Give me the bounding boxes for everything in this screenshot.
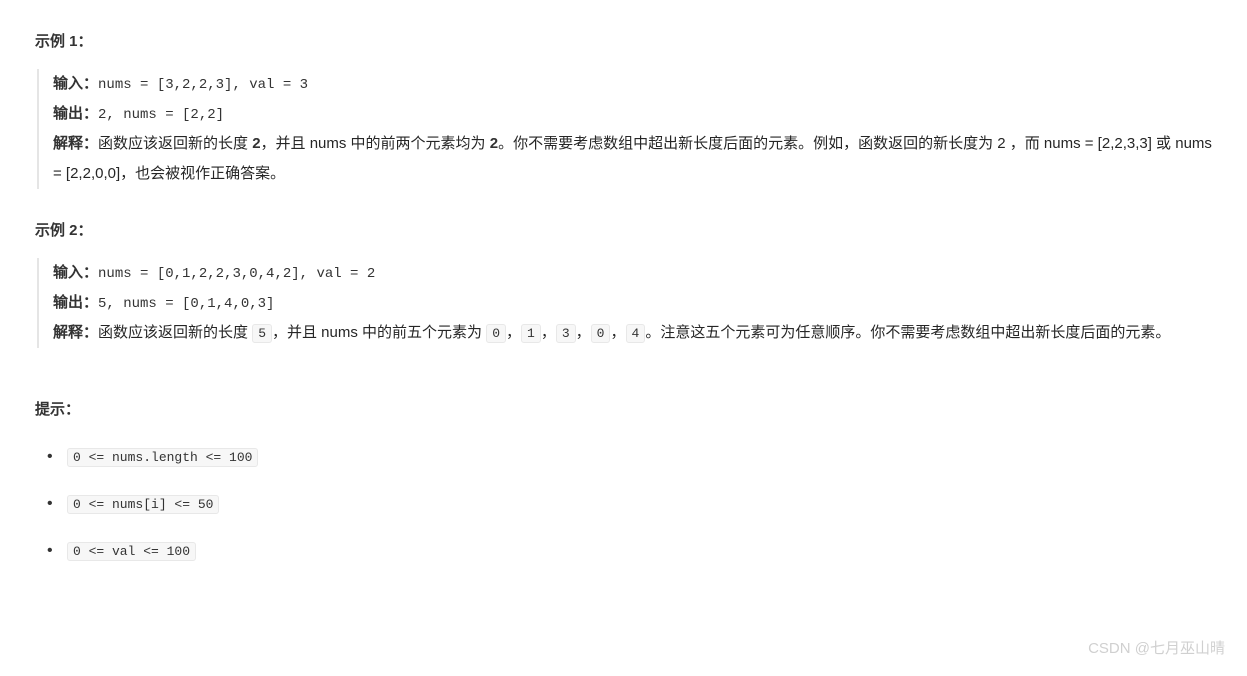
hints-list: 0 <= nums.length <= 100 0 <= nums[i] <= 5… (35, 443, 1212, 564)
hint-item: 0 <= nums[i] <= 50 (43, 490, 1212, 517)
explain-label: 解释： (53, 324, 98, 341)
problem-content: 示例 1：输入：nums = [3,2,2,3], val = 3输出：2, n… (35, 28, 1212, 564)
output-label: 输出： (53, 294, 98, 311)
explain-code: 5 (252, 324, 272, 343)
hint-code: 0 <= val <= 100 (67, 542, 196, 561)
explain-text: ，并且 nums 中的前两个元素均为 (261, 135, 490, 152)
hint-item: 0 <= nums.length <= 100 (43, 443, 1212, 470)
input-value: nums = [0,1,2,2,3,0,4,2], val = 2 (98, 266, 375, 282)
input-label: 输入： (53, 75, 98, 92)
output-value: 2, nums = [2,2] (98, 107, 224, 123)
examples-section: 示例 1：输入：nums = [3,2,2,3], val = 3输出：2, n… (35, 28, 1212, 348)
explain-code: 1 (521, 324, 541, 343)
example-output-line: 输出：2, nums = [2,2] (53, 99, 1212, 129)
explain-bold: 2 (490, 135, 498, 152)
explain-text: 。注意这五个元素可为任意顺序。你不需要考虑数组中超出新长度后面的元素。 (645, 324, 1170, 341)
explain-text: ， (576, 324, 591, 341)
example-output-line: 输出：5, nums = [0,1,4,0,3] (53, 288, 1212, 318)
example-input-line: 输入：nums = [3,2,2,3], val = 3 (53, 69, 1212, 99)
input-value: nums = [3,2,2,3], val = 3 (98, 77, 308, 93)
explain-code: 4 (626, 324, 646, 343)
explain-text: 函数应该返回新的长度 (98, 135, 252, 152)
output-value: 5, nums = [0,1,4,0,3] (98, 296, 274, 312)
hint-code: 0 <= nums.length <= 100 (67, 448, 258, 467)
explain-code: 3 (556, 324, 576, 343)
explain-code: 0 (486, 324, 506, 343)
watermark: CSDN @七月巫山晴 (1088, 635, 1225, 662)
hint-item: 0 <= val <= 100 (43, 537, 1212, 564)
explain-label: 解释： (53, 135, 98, 152)
example-input-line: 输入：nums = [0,1,2,2,3,0,4,2], val = 2 (53, 258, 1212, 288)
explain-text: ， (506, 324, 521, 341)
input-label: 输入： (53, 264, 98, 281)
explain-text: ， (541, 324, 556, 341)
explain-text: ，并且 nums 中的前五个元素为 (272, 324, 486, 341)
example-heading: 示例 1： (35, 28, 1212, 55)
hint-code: 0 <= nums[i] <= 50 (67, 495, 219, 514)
hints-heading: 提示： (35, 396, 1212, 423)
example-explain-line: 解释：函数应该返回新的长度 2，并且 nums 中的前两个元素均为 2。你不需要… (53, 129, 1212, 189)
explain-text: 函数应该返回新的长度 (98, 324, 252, 341)
explain-bold: 2 (252, 135, 260, 152)
output-label: 输出： (53, 105, 98, 122)
example-heading: 示例 2： (35, 217, 1212, 244)
example-block: 输入：nums = [0,1,2,2,3,0,4,2], val = 2输出：5… (37, 258, 1212, 348)
example-block: 输入：nums = [3,2,2,3], val = 3输出：2, nums =… (37, 69, 1212, 189)
explain-text: ， (610, 324, 625, 341)
explain-code: 0 (591, 324, 611, 343)
example-explain-line: 解释：函数应该返回新的长度 5，并且 nums 中的前五个元素为 0，1，3，0… (53, 318, 1212, 348)
